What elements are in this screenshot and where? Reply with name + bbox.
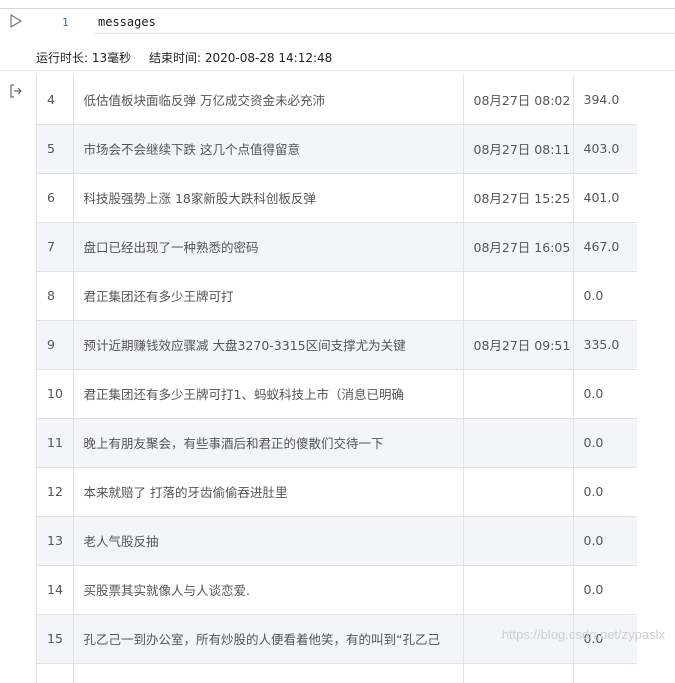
time-cell: 08月27日 15:25: [463, 173, 574, 223]
execution-info: 运行时长: 13毫秒 结束时间: 2020-08-28 14:12:48: [36, 49, 346, 66]
code-editor[interactable]: messages: [98, 15, 156, 29]
table-row: 10 君正集团还有多少王牌可打1、蚂蚁科技上市（消息已明确 0.0: [37, 369, 637, 419]
line-number: 1: [62, 16, 69, 29]
value-cell: 0.0: [573, 369, 637, 419]
title-cell: 买股票其实就像人与人谈恋爱.: [73, 565, 464, 615]
title-cell: 市场会不会继续下跌 这几个点值得留意: [73, 124, 464, 174]
time-cell: [463, 418, 574, 468]
run-cell-icon[interactable]: [8, 13, 24, 29]
table-row: 14 买股票其实就像人与人谈恋爱. 0.0: [37, 565, 637, 615]
table-row: 12 本来就赔了 打落的牙齿偷偷吞进肚里 0.0: [37, 467, 637, 517]
table-row: 8 君正集团还有多少王牌可打 0.0: [37, 271, 637, 321]
row-index-cell: 12: [37, 467, 74, 517]
table-row: 4 低估值板块面临反弹 万亿成交资金未必充沛 08月27日 08:02 394.0: [37, 75, 637, 125]
watermark: https://blog.csdn.net/zypaslx: [501, 627, 665, 642]
value-cell: 0.0: [573, 467, 637, 517]
value-cell: 401.0: [573, 173, 637, 223]
title-cell: 低估值板块面临反弹 万亿成交资金未必充沛: [73, 75, 464, 125]
value-cell: 467.0: [573, 222, 637, 272]
output-table: 4 低估值板块面临反弹 万亿成交资金未必充沛 08月27日 08:02 394.0 5 市…: [37, 75, 637, 683]
row-index-cell: 10: [37, 369, 74, 419]
title-cell: 盘口已经出现了一种熟悉的密码: [73, 222, 464, 272]
row-index-cell: 13: [37, 516, 74, 566]
table-row: 5 市场会不会继续下跌 这几个点值得留意 08月27日 08:11 403.0: [37, 124, 637, 174]
title-cell: [73, 663, 464, 683]
value-cell: 403.0: [573, 124, 637, 174]
time-cell: [463, 516, 574, 566]
time-cell: 08月27日 09:51: [463, 320, 574, 370]
output-toggle-icon[interactable]: [9, 84, 23, 98]
row-index-cell: 11: [37, 418, 74, 468]
time-cell: [463, 369, 574, 419]
time-cell: [463, 467, 574, 517]
editor-underline: [94, 33, 675, 34]
table-row: 7 盘口已经出现了一种熟悉的密码 08月27日 16:05 467.0: [37, 222, 637, 272]
title-cell: 孔乙己一到办公室，所有炒股的人便看着他笑，有的叫到“孔乙己: [73, 614, 464, 664]
end-time: 结束时间: 2020-08-28 14:12:48: [148, 51, 333, 65]
divider: [0, 70, 675, 71]
row-index-cell: 15: [37, 614, 74, 664]
title-cell: 君正集团还有多少王牌可打1、蚂蚁科技上市（消息已明确: [73, 369, 464, 419]
row-index-cell: 7: [37, 222, 74, 272]
run-duration: 运行时长: 13毫秒: [36, 51, 132, 65]
title-cell: 老人气股反抽: [73, 516, 464, 566]
table-row: 6 科技股强势上涨 18家新股大跌科创板反弹 08月27日 15:25 401.0: [37, 173, 637, 223]
table-row: 13 老人气股反抽 0.0: [37, 516, 637, 566]
table-row: 9 预计近期赚钱效应骤减 大盘3270-3315区间支撑尤为关键 08月27日 09…: [37, 320, 637, 370]
row-index-cell: 5: [37, 124, 74, 174]
time-cell: [463, 663, 574, 683]
value-cell: [573, 663, 637, 683]
row-index-cell: 14: [37, 565, 74, 615]
dataframe-table: 4 低估值板块面临反弹 万亿成交资金未必充沛 08月27日 08:02 394.0 5 市…: [37, 75, 637, 683]
time-cell: [463, 565, 574, 615]
row-index-cell: [37, 663, 74, 683]
title-cell: 君正集团还有多少王牌可打: [73, 271, 464, 321]
value-cell: 0.0: [573, 271, 637, 321]
title-cell: 科技股强势上涨 18家新股大跌科创板反弹: [73, 173, 464, 223]
time-cell: 08月27日 08:11: [463, 124, 574, 174]
title-cell: 本来就赔了 打落的牙齿偷偷吞进肚里: [73, 467, 464, 517]
title-cell: 晚上有朋友聚会，有些事酒后和君正的傻散们交待一下: [73, 418, 464, 468]
time-cell: 08月27日 08:02: [463, 75, 574, 125]
value-cell: 0.0: [573, 418, 637, 468]
row-index-cell: 6: [37, 173, 74, 223]
row-index-cell: 4: [37, 75, 74, 125]
time-cell: [463, 271, 574, 321]
code-cell: 1 messages: [0, 8, 675, 42]
row-index-cell: 9: [37, 320, 74, 370]
value-cell: 0.0: [573, 516, 637, 566]
value-cell: 0.0: [573, 565, 637, 615]
table-row: [37, 663, 637, 683]
row-index-cell: 8: [37, 271, 74, 321]
value-cell: 335.0: [573, 320, 637, 370]
time-cell: 08月27日 16:05: [463, 222, 574, 272]
title-cell: 预计近期赚钱效应骤减 大盘3270-3315区间支撑尤为关键: [73, 320, 464, 370]
table-row: 11 晚上有朋友聚会，有些事酒后和君正的傻散们交待一下 0.0: [37, 418, 637, 468]
value-cell: 394.0: [573, 75, 637, 125]
